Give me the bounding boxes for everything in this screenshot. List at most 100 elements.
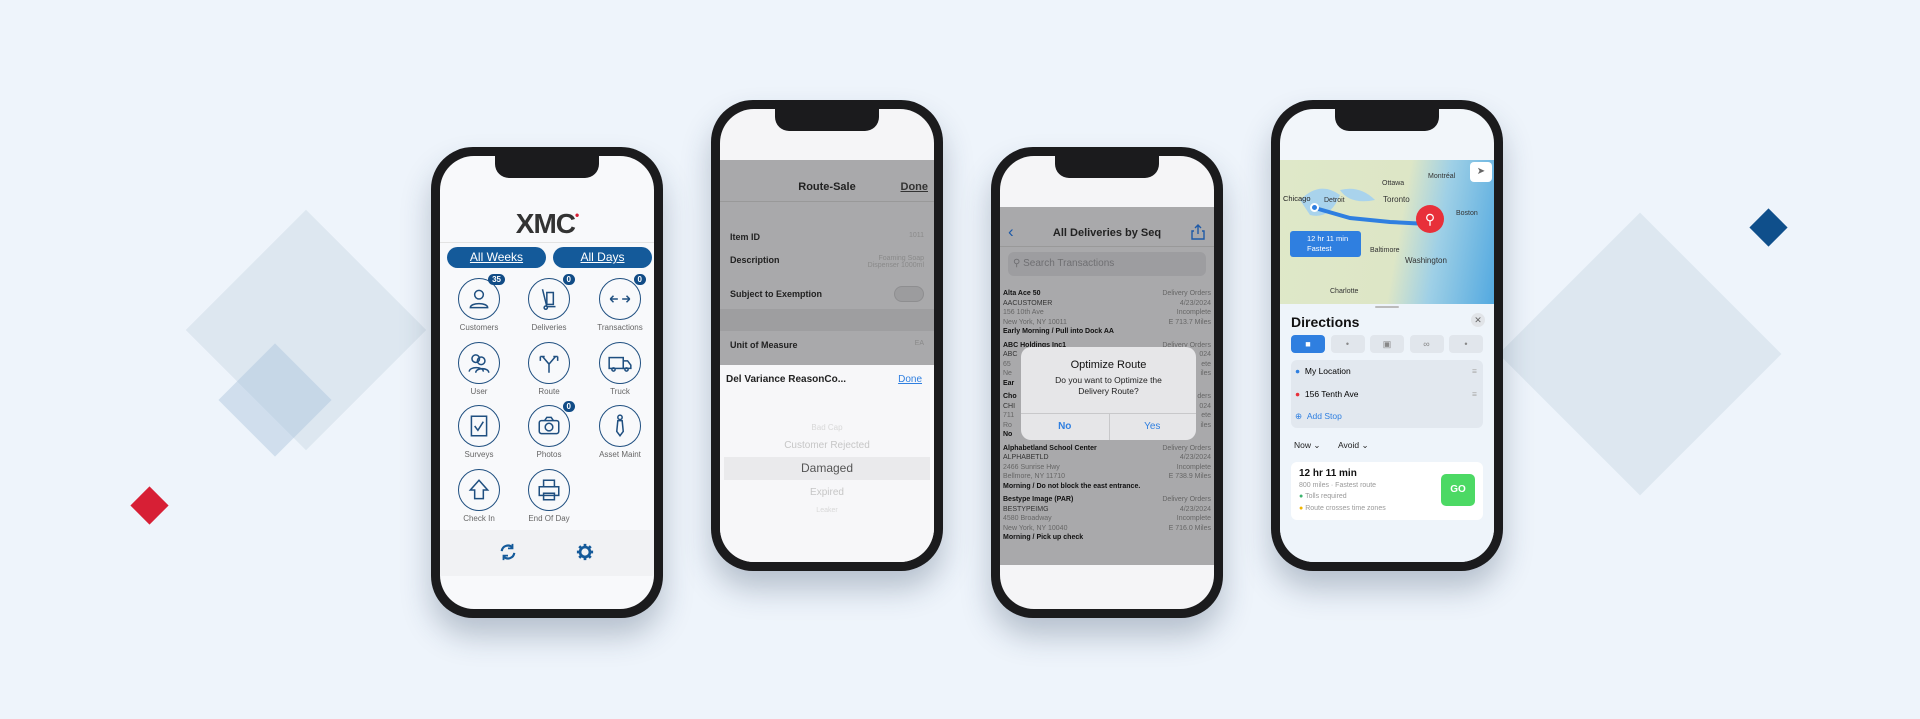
now-dropdown[interactable]: Now ⌄: [1294, 440, 1321, 451]
delivery-row[interactable]: Alphabetland School Center ALPHABETLD 2466…: [1003, 444, 1211, 492]
done-button[interactable]: Done: [901, 181, 929, 193]
mode-rideshare-icon[interactable]: •: [1449, 335, 1483, 353]
map-label: Ottawa: [1382, 180, 1405, 187]
pin-icon: ●: [1295, 389, 1301, 399]
red-diamond: [130, 486, 169, 525]
picker-option[interactable]: Customer Rejected: [720, 440, 934, 451]
close-icon[interactable]: ✕: [1471, 313, 1485, 327]
stops-list: ● My Location ● 156 Tenth Ave ⊕ Add Stop…: [1291, 360, 1483, 428]
address-line: Bellmore, NY 11710: [1003, 473, 1065, 481]
picker-option[interactable]: Bad Cap: [720, 423, 934, 432]
sync-icon[interactable]: [499, 543, 517, 561]
dialog-message: Do you want to Optimize the Delivery Rou…: [1055, 375, 1162, 396]
truck-icon: [608, 356, 632, 372]
arrow-up-icon: [468, 479, 490, 500]
notch: [1055, 156, 1159, 178]
drag-handle-icon[interactable]: ≡: [1472, 366, 1477, 376]
order-status: ete: [1201, 412, 1211, 420]
location-arrow-button[interactable]: ➤: [1470, 162, 1492, 182]
go-button[interactable]: GO: [1441, 474, 1475, 506]
phone-route-sale: Route-Sale Done Item ID 1011 Description F…: [711, 100, 943, 571]
customer-name: Cho: [1003, 393, 1017, 400]
customer-code: ALPHABETLD: [1003, 454, 1049, 462]
stop-my-location[interactable]: ● My Location: [1295, 366, 1351, 376]
route-line: [1314, 206, 1429, 226]
person-icon: [469, 289, 489, 309]
mode-car-icon[interactable]: ■: [1291, 335, 1325, 353]
delivery-note: Early Morning / Pull into Dock AA: [1003, 328, 1114, 336]
search-icon: ⚲: [1013, 258, 1021, 269]
tile-photos[interactable]: 0 Photos: [514, 401, 584, 459]
delivery-row[interactable]: Bestype Image (PAR) BESTYPEIMG 4580 Broadw…: [1003, 495, 1211, 543]
dialog-yes-button[interactable]: Yes: [1109, 421, 1197, 432]
drag-handle-icon[interactable]: ≡: [1472, 389, 1477, 399]
count-badge: 0: [562, 274, 575, 285]
tile-truck[interactable]: Truck: [585, 342, 654, 396]
stop-destination[interactable]: ● 156 Tenth Ave: [1295, 389, 1358, 399]
picker-option-selected[interactable]: Damaged: [720, 461, 934, 475]
tile-label: Surveys: [464, 450, 494, 459]
optimize-route-dialog: Optimize Route Do you want to Optimize t…: [1021, 347, 1196, 440]
tile-label: Deliveries: [531, 323, 567, 332]
page-title: All Deliveries by Seq: [1052, 227, 1162, 239]
tile-end-of-day[interactable]: End Of Day: [514, 469, 584, 523]
field-item-id: Item ID 1011: [730, 232, 924, 242]
picker-option[interactable]: Leaker: [720, 507, 934, 514]
gear-icon[interactable]: [576, 543, 594, 561]
tile-deliveries[interactable]: 0 Deliveries: [514, 274, 584, 332]
map-label: Charlotte: [1330, 288, 1359, 295]
transit-icon: ▣: [1382, 339, 1392, 349]
tile-surveys[interactable]: Surveys: [444, 405, 514, 459]
order-type: Delivery Orders: [1162, 496, 1211, 503]
directions-sheet: Directions ✕ ■ • ▣ ∞ • ● My Location ● 156 T…: [1280, 304, 1494, 562]
delivery-row[interactable]: Alta Ace 50 AACUSTOMER 156 10th Ave New Yor…: [1003, 289, 1211, 337]
tile-transactions[interactable]: 0 Transactions: [585, 274, 654, 332]
sheet-done-button[interactable]: Done: [898, 374, 922, 385]
dialog-no-button[interactable]: No: [1021, 421, 1109, 432]
tile-check-in[interactable]: Check In: [444, 469, 514, 523]
all-days-button[interactable]: All Days: [553, 247, 652, 268]
share-icon[interactable]: [1191, 224, 1205, 240]
map-label-chicago: Chicago: [1283, 194, 1311, 203]
order-date: 024: [1199, 402, 1211, 410]
map[interactable]: Ottawa Montréal Toronto Detroit Chicago …: [1280, 160, 1494, 304]
tile-user[interactable]: User: [444, 342, 514, 396]
all-weeks-button[interactable]: All Weeks: [447, 247, 546, 268]
destination-pin-icon[interactable]: ⚲: [1416, 205, 1444, 233]
map-label: Boston: [1456, 210, 1478, 217]
avoid-dropdown[interactable]: Avoid ⌄: [1338, 440, 1369, 451]
notch: [775, 109, 879, 131]
order-type: ders: [1197, 393, 1211, 400]
tile-asset-maint[interactable]: Asset Maint: [585, 405, 654, 459]
exemption-toggle[interactable]: [894, 286, 924, 302]
mode-transit-icon[interactable]: ▣: [1370, 335, 1404, 353]
camera-icon: [538, 416, 560, 435]
order-type: Delivery Orders: [1162, 444, 1211, 452]
tile-label: Asset Maint: [599, 450, 641, 459]
delivery-note: Morning / Do not block the east entrance…: [1003, 482, 1141, 490]
mode-walk-icon[interactable]: •: [1330, 335, 1365, 353]
mode-bike-icon[interactable]: ∞: [1409, 335, 1444, 353]
route-callout[interactable]: 12 hr 11 min Fastest: [1290, 231, 1361, 257]
order-date: 4/23/2024: [1179, 505, 1211, 513]
search-input[interactable]: ⚲ Search Transactions: [1008, 252, 1206, 276]
picker-option[interactable]: Expired: [720, 487, 934, 498]
bike-icon: ∞: [1423, 339, 1430, 349]
checkbox-icon: [470, 415, 488, 437]
current-location-dot: [1310, 203, 1319, 212]
delivery-note: Morning / Pick up check: [1003, 534, 1084, 542]
customer-name: Alphabetland School Center: [1003, 444, 1097, 452]
car-icon: ■: [1305, 339, 1311, 349]
add-stop-button[interactable]: ⊕ Add Stop: [1295, 411, 1342, 422]
order-date: 4/23/2024: [1179, 454, 1211, 462]
tile-route[interactable]: Route: [514, 342, 584, 396]
route-summary: 800 miles · Fastest route: [1299, 482, 1377, 489]
tile-customers[interactable]: 35 Customers: [444, 274, 514, 332]
map-label: Baltimore: [1370, 247, 1400, 254]
tile-label: User: [470, 387, 488, 396]
tile-label: Route: [538, 387, 560, 396]
route-result-card[interactable]: 12 hr 11 min 800 miles · Fastest route ●…: [1291, 462, 1483, 520]
order-status: Incomplete: [1176, 463, 1211, 471]
delivery-note: Ear: [1003, 379, 1015, 387]
field-unit-of-measure: Unit of Measure EA: [730, 340, 924, 350]
